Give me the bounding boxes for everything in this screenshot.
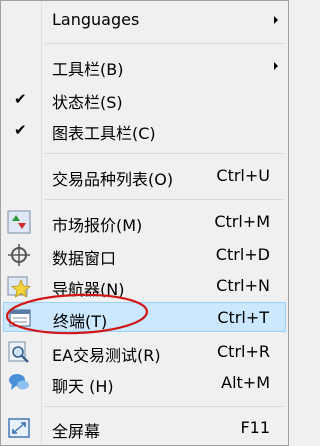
menu-item-label: EA交易测试(R) xyxy=(52,346,161,365)
menu-item-shortcut: Alt+M xyxy=(221,373,270,392)
menu-item-shortcut: Ctrl+D xyxy=(215,245,270,264)
menu-item-data-window[interactable]: 数据窗口 Ctrl+D xyxy=(3,240,286,270)
menu-item-label: 状态栏(S) xyxy=(52,93,123,112)
navigator-star-icon xyxy=(7,276,31,298)
menu-item-chart-toolbar[interactable]: ✔ 图表工具栏(C) xyxy=(3,115,286,145)
menu-separator xyxy=(45,199,284,200)
submenu-arrow-icon xyxy=(274,16,278,24)
terminal-icon xyxy=(9,309,31,327)
menu-item-symbols[interactable]: 交易品种列表(O) Ctrl+U xyxy=(3,161,286,191)
menu-item-fullscreen[interactable]: 全屏幕 F11 xyxy=(3,413,286,443)
menu-separator xyxy=(45,43,284,44)
menu-item-chat[interactable]: 聊天 (H) Alt+M xyxy=(3,368,286,398)
menu-item-terminal[interactable]: 终端(T) Ctrl+T xyxy=(3,302,286,332)
menu-item-label: 市场报价(M) xyxy=(52,216,143,235)
menu-item-label: 图表工具栏(C) xyxy=(52,124,156,143)
menu-item-label: 聊天 (H) xyxy=(52,377,114,396)
menu-item-shortcut: Ctrl+T xyxy=(217,308,269,327)
menu-item-shortcut: Ctrl+R xyxy=(217,342,270,361)
menu-item-strategy-tester[interactable]: EA交易测试(R) Ctrl+R xyxy=(3,337,286,367)
menu-item-label: 工具栏(B) xyxy=(52,60,124,79)
menu-item-languages[interactable]: Languages xyxy=(3,5,286,35)
checkmark-icon: ✔ xyxy=(14,90,27,108)
menu-item-toolbars[interactable]: 工具栏(B) xyxy=(3,51,286,81)
chat-icon xyxy=(9,374,29,390)
view-menu: Languages 工具栏(B) ✔ 状态栏(S) ✔ 图表工具栏(C) 交易品… xyxy=(0,0,289,446)
submenu-arrow-icon xyxy=(274,62,278,70)
menu-item-shortcut: F11 xyxy=(240,418,270,437)
fullscreen-icon xyxy=(8,418,30,438)
menu-item-navigator[interactable]: 导航器(N) Ctrl+N xyxy=(3,271,286,301)
menu-item-label: 终端(T) xyxy=(53,312,108,331)
menu-item-label: 交易品种列表(O) xyxy=(52,170,174,189)
menu-item-shortcut: Ctrl+M xyxy=(214,212,270,231)
menu-item-label: 数据窗口 xyxy=(52,249,117,268)
menu-item-shortcut: Ctrl+U xyxy=(216,166,270,185)
crosshair-icon xyxy=(8,244,30,266)
menu-item-market-watch[interactable]: 市场报价(M) Ctrl+M xyxy=(3,207,286,237)
menu-item-label: 导航器(N) xyxy=(52,280,125,299)
checkmark-icon: ✔ xyxy=(14,121,27,139)
menu-item-label: 全屏幕 xyxy=(52,422,101,441)
menu-separator xyxy=(45,406,284,407)
menu-item-status-bar[interactable]: ✔ 状态栏(S) xyxy=(3,84,286,114)
menu-item-shortcut: Ctrl+N xyxy=(216,276,270,295)
tester-magnifier-icon xyxy=(8,341,29,363)
menu-item-label: Languages xyxy=(52,10,140,29)
menu-separator xyxy=(45,153,284,154)
market-watch-icon xyxy=(7,210,31,234)
